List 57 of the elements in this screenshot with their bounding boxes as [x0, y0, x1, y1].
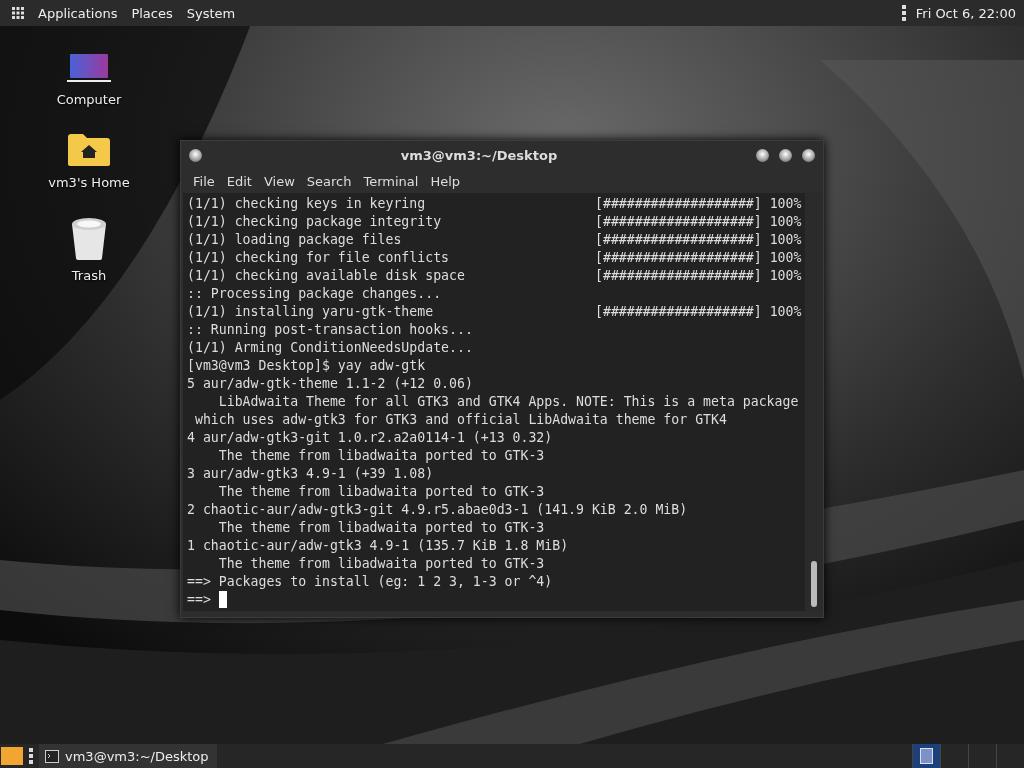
- progress-text: [###################] 100%: [595, 249, 802, 267]
- laptop-icon[interactable]: [67, 54, 111, 84]
- workspace-button[interactable]: [912, 744, 940, 768]
- progress-text: [###################] 100%: [595, 303, 802, 321]
- desktop-icon-label[interactable]: Trash: [71, 268, 107, 283]
- terminal-line: ==> Packages to install (eg: 1 2 3, 1-3 or ^4): [187, 573, 553, 591]
- terminal-line: :: Running post-transaction hooks...: [187, 321, 473, 339]
- terminal-line: :: Processing package changes...: [187, 285, 442, 303]
- terminal-line: 4 aur/adw-gtk3-git 1.0.r2.a2a0114-1 (+13 0.32): [187, 429, 553, 447]
- menu-item[interactable]: Help: [424, 173, 467, 189]
- progress-text: [###################] 100%: [595, 267, 802, 285]
- handle-icon[interactable]: [901, 5, 906, 21]
- window-title: vm3@vm3:~/Desktop: [399, 147, 559, 163]
- desktop-icon-label[interactable]: Computer: [56, 92, 122, 107]
- menu-item[interactable]: View: [257, 173, 301, 189]
- terminal-line: (1/1) installing yaru-gtk-theme: [187, 303, 434, 321]
- terminal-line: [vm3@vm3 Desktop]$ yay adw-gtk: [187, 357, 426, 375]
- terminal-line: (1/1) checking available disk space: [187, 267, 465, 285]
- terminal-line: The theme from libadwaita ported to GTK-3: [217, 447, 545, 465]
- terminal-line: (1/1) checking package integrity: [187, 213, 442, 231]
- terminal-line: The theme from libadwaita ported to GTK-3: [217, 483, 545, 501]
- progress-text: [###################] 100%: [595, 231, 802, 249]
- terminal-line: (1/1) Arming ConditionNeedsUpdate...: [187, 339, 473, 357]
- progress-text: [###################] 100%: [595, 213, 802, 231]
- terminal-line: The theme from libadwaita ported to GTK-3: [217, 555, 545, 573]
- trash-icon[interactable]: [70, 216, 108, 260]
- terminal-line: The theme from libadwaita ported to GTK-3: [217, 519, 545, 537]
- scrollbar-thumb[interactable]: [811, 561, 817, 607]
- progress-text: [###################] 100%: [595, 195, 802, 213]
- desktop-icon-label[interactable]: vm3's Home: [48, 175, 130, 190]
- terminal-line: (1/1) loading package files: [187, 231, 402, 249]
- minimize-button[interactable]: [756, 148, 769, 162]
- window-menu-button[interactable]: [189, 148, 202, 162]
- handle-icon[interactable]: [29, 748, 33, 764]
- terminal-icon: [45, 749, 59, 763]
- terminal-line: 5 aur/adw-gtk-theme 1.1-2 (+12 0.06): [187, 375, 473, 393]
- panel-menu[interactable]: Places: [127, 5, 177, 21]
- terminal-line: 2 chaotic-aur/adw-gtk3-git 4.9.r5.abae0d3-1 (141.9 KiB 2.0 MiB): [187, 501, 688, 519]
- menu-item[interactable]: Search: [300, 173, 358, 189]
- panel-menu[interactable]: Applications: [34, 5, 122, 21]
- terminal-line: 3 aur/adw-gtk3 4.9-1 (+39 1.08): [187, 465, 434, 483]
- terminal-line: (1/1) checking keys in keyring: [187, 195, 426, 213]
- close-button[interactable]: [802, 148, 815, 162]
- terminal-line: which uses adw-gtk3 for GTK3 and official LibAdwaita theme for GTK4: [193, 411, 727, 429]
- menu-item[interactable]: Terminal: [357, 173, 425, 189]
- task-button[interactable]: vm3@vm3:~/Desktop: [39, 744, 217, 768]
- panel-menu[interactable]: System: [182, 5, 240, 21]
- app-grid-icon[interactable]: [12, 7, 24, 19]
- terminal-line: LibAdwaita Theme for all GTK3 and GTK4 Apps. NOTE: This is a meta package: [217, 393, 799, 411]
- terminal-line: ==>: [187, 591, 212, 609]
- menu-item[interactable]: Edit: [220, 173, 258, 189]
- clock[interactable]: Fri Oct 6, 22:00: [915, 5, 1016, 21]
- home-folder-icon[interactable]: [67, 133, 111, 167]
- menu-item[interactable]: File: [187, 173, 221, 189]
- maximize-button[interactable]: [779, 148, 792, 162]
- terminal-line: 1 chaotic-aur/adw-gtk3 4.9-1 (135.7 KiB 1.8 MiB): [187, 537, 569, 555]
- terminal-line: (1/1) checking for file conflicts: [187, 249, 449, 267]
